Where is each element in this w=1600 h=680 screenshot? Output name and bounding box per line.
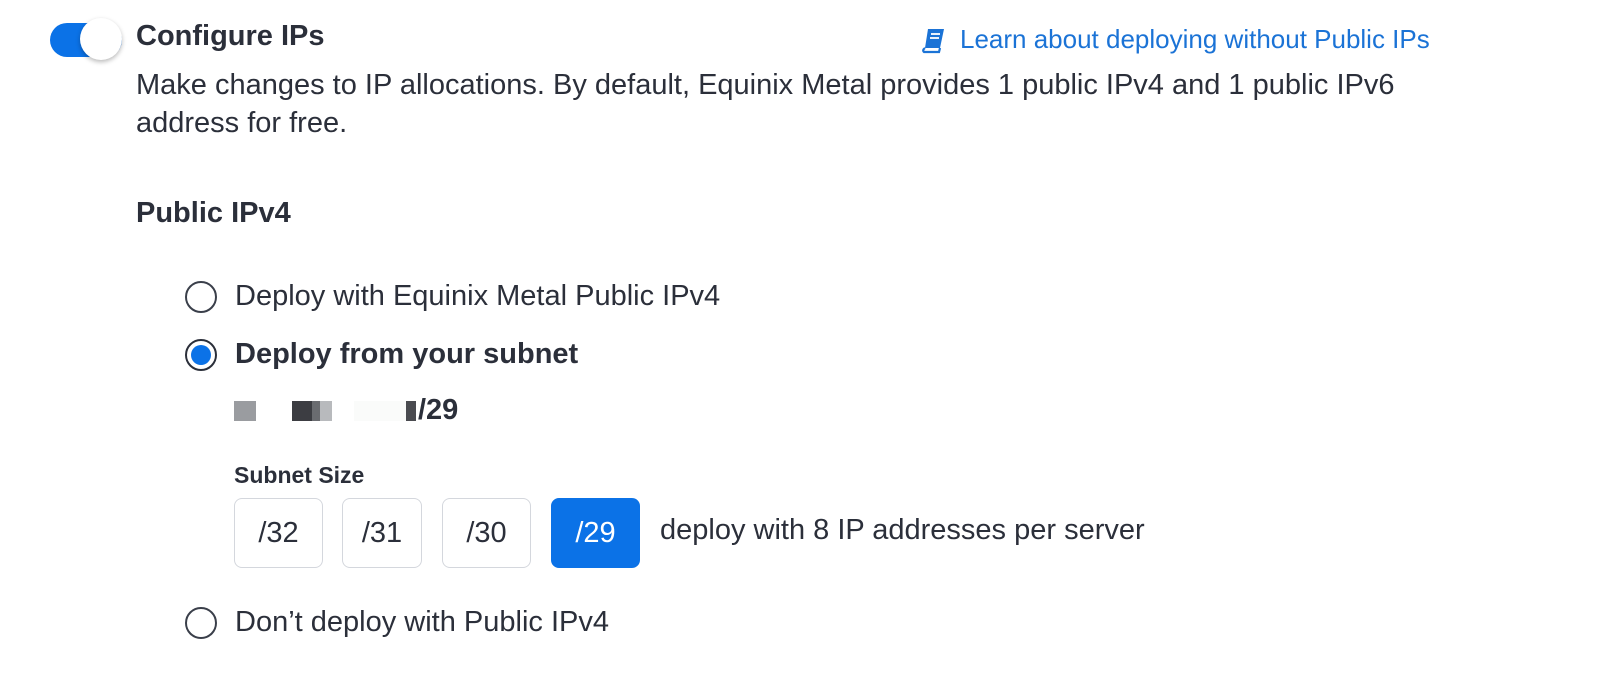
subnet-size-30-button[interactable]: /30 xyxy=(442,498,531,568)
subnet-size-32-button[interactable]: /32 xyxy=(234,498,323,568)
radio-button[interactable] xyxy=(185,606,217,639)
redacted-subnet-address xyxy=(234,400,416,421)
learn-link[interactable]: Learn about deploying without Public IPs xyxy=(920,24,1430,55)
radio-button[interactable] xyxy=(185,280,217,313)
toggle-knob[interactable] xyxy=(80,18,122,60)
radio-button-checked[interactable] xyxy=(185,338,217,371)
radio-option-your-subnet[interactable]: Deploy from your subnet xyxy=(185,338,578,371)
learn-link-text[interactable]: Learn about deploying without Public IPs xyxy=(960,24,1430,55)
radio-option-equinix-ipv4[interactable]: Deploy with Equinix Metal Public IPv4 xyxy=(185,280,720,313)
radio-label: Deploy from your subnet xyxy=(235,338,579,370)
book-icon xyxy=(920,26,948,54)
subnet-size-31-button[interactable]: /31 xyxy=(342,498,422,568)
subnet-value: /29 xyxy=(234,394,458,427)
subnet-size-29-button[interactable]: /29 xyxy=(551,498,640,568)
subnet-size-label: Subnet Size xyxy=(234,462,365,488)
configure-ips-title: Configure IPs xyxy=(136,20,325,52)
radio-label: Don’t deploy with Public IPv4 xyxy=(235,606,609,638)
radio-option-no-ipv4[interactable]: Don’t deploy with Public IPv4 xyxy=(185,606,609,639)
subnet-size-description: deploy with 8 IP addresses per server xyxy=(660,514,1145,546)
configure-description: Make changes to IP allocations. By defau… xyxy=(136,69,1395,139)
radio-label: Deploy with Equinix Metal Public IPv4 xyxy=(235,280,721,312)
subnet-suffix: /29 xyxy=(418,394,459,426)
public-ipv4-heading: Public IPv4 xyxy=(136,197,291,229)
